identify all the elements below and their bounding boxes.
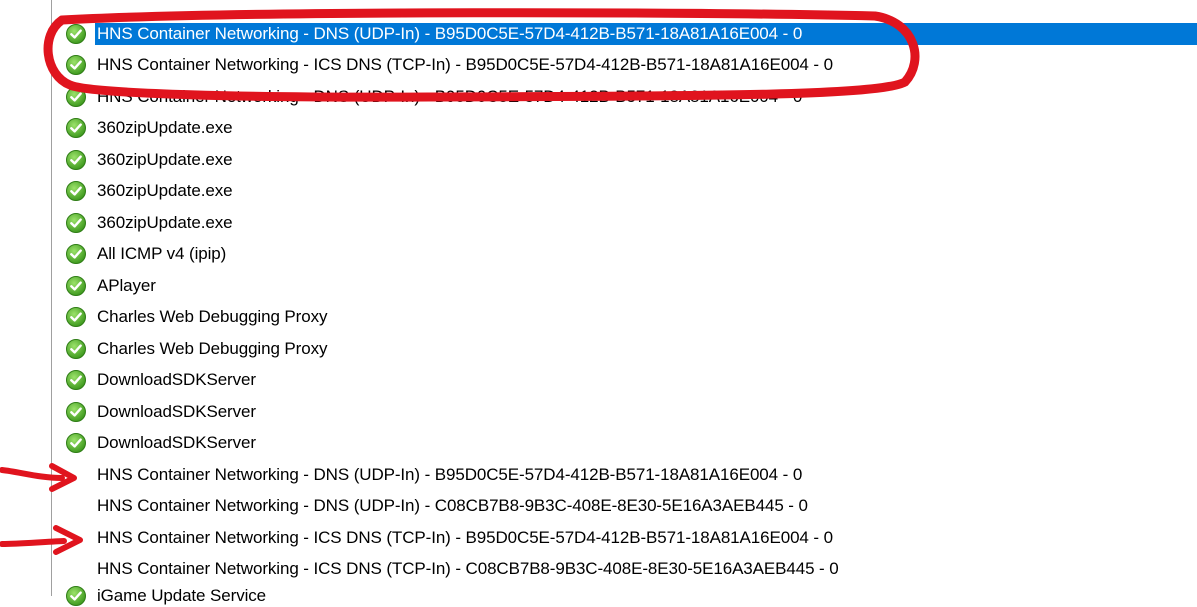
list-item-label: APlayer — [97, 275, 156, 295]
list-item-label: HNS Container Networking - DNS (UDP-In) … — [97, 496, 808, 516]
list-item[interactable]: iGame Update Service — [65, 585, 1197, 607]
list-item[interactable]: 360zipUpdate.exe — [65, 113, 1197, 145]
list-item-label: DownloadSDKServer — [97, 401, 256, 421]
green-check-circle-icon — [65, 23, 87, 45]
list-item[interactable]: HNS Container Networking - DNS (UDP-In) … — [65, 18, 1197, 50]
list-item[interactable]: HNS Container Networking - ICS DNS (TCP-… — [65, 554, 1197, 586]
list-item-label: 360zipUpdate.exe — [97, 212, 233, 232]
list-item[interactable]: DownloadSDKServer — [65, 396, 1197, 428]
list-item-label: 360zipUpdate.exe — [97, 181, 233, 201]
list-item[interactable]: 360zipUpdate.exe — [65, 144, 1197, 176]
green-check-circle-icon — [65, 149, 87, 171]
list-item-label: Charles Web Debugging Proxy — [97, 307, 328, 327]
list-item[interactable]: HNS Container Networking - ICS DNS (TCP-… — [65, 522, 1197, 554]
green-check-circle-icon — [65, 401, 87, 423]
list-item[interactable]: All ICMP v4 (ipip) — [65, 239, 1197, 271]
list-item[interactable]: HNS Container Networking - DNS (UDP-In) … — [65, 491, 1197, 523]
list-item[interactable]: Charles Web Debugging Proxy — [65, 333, 1197, 365]
list-item-label: DownloadSDKServer — [97, 433, 256, 453]
list-item-label: All ICMP v4 (ipip) — [97, 244, 227, 264]
list-item-label: HNS Container Networking - DNS (UDP-In) … — [97, 464, 803, 484]
list-item-label: 360zipUpdate.exe — [97, 118, 233, 138]
list-item-label: HNS Container Networking - DNS (UDP-In) … — [97, 86, 803, 106]
list-item[interactable]: HNS Container Networking - DNS (UDP-In) … — [65, 81, 1197, 113]
green-check-circle-icon — [65, 275, 87, 297]
list-item-label: 360zipUpdate.exe — [97, 149, 233, 169]
green-check-circle-icon — [65, 306, 87, 328]
green-check-circle-icon — [65, 212, 87, 234]
list-item[interactable]: DownloadSDKServer — [65, 365, 1197, 397]
list-item[interactable]: 360zipUpdate.exe — [65, 176, 1197, 208]
list-item-label: DownloadSDKServer — [97, 370, 256, 390]
annotation-arrow-1 — [0, 463, 77, 492]
list-item[interactable]: Charles Web Debugging Proxy — [65, 302, 1197, 334]
list-item[interactable]: 360zipUpdate.exe — [65, 207, 1197, 239]
green-check-circle-icon — [65, 432, 87, 454]
list-item[interactable]: DownloadSDKServer — [65, 428, 1197, 460]
list-item-label: iGame Update Service — [97, 586, 267, 605]
list-item-label: HNS Container Networking - ICS DNS (TCP-… — [97, 55, 833, 75]
firewall-rule-list[interactable]: HNS Container Networking - DNS (UDP-In) … — [65, 18, 1197, 607]
list-item[interactable]: HNS Container Networking - ICS DNS (TCP-… — [65, 50, 1197, 82]
list-item[interactable]: HNS Container Networking - DNS (UDP-In) … — [65, 459, 1197, 491]
green-check-circle-icon — [65, 54, 87, 76]
green-check-circle-icon — [65, 338, 87, 360]
green-check-circle-icon — [65, 243, 87, 265]
list-item-label: HNS Container Networking - ICS DNS (TCP-… — [97, 559, 839, 579]
green-check-circle-icon — [65, 180, 87, 202]
green-check-circle-icon — [65, 585, 87, 607]
list-item-label: HNS Container Networking - ICS DNS (TCP-… — [97, 527, 833, 547]
list-divider-line — [51, 0, 52, 596]
green-check-circle-icon — [65, 369, 87, 391]
green-check-circle-icon — [65, 86, 87, 108]
list-item-label: Charles Web Debugging Proxy — [97, 338, 328, 358]
list-item-label: HNS Container Networking - DNS (UDP-In) … — [95, 22, 1197, 45]
green-check-circle-icon — [65, 117, 87, 139]
list-item[interactable]: APlayer — [65, 270, 1197, 302]
